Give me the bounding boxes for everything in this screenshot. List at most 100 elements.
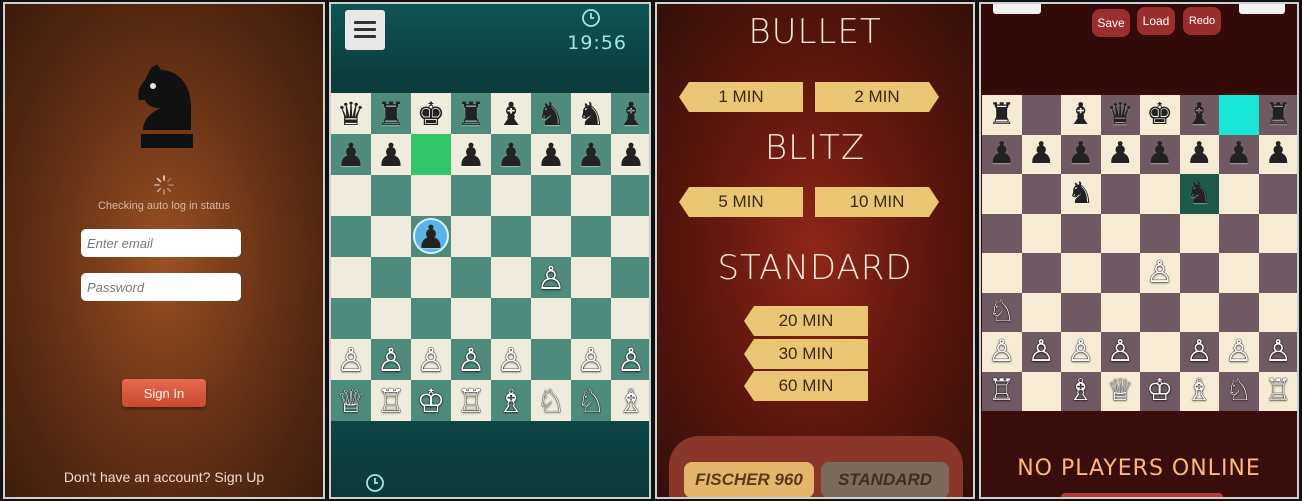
board-square[interactable]: ♟ — [531, 134, 571, 175]
standard-60min-button[interactable]: 60 MIN — [744, 371, 868, 401]
chess-piece[interactable]: ♙ — [377, 344, 406, 376]
chess-piece[interactable]: ♙ — [988, 336, 1015, 367]
board-square[interactable] — [1258, 213, 1297, 253]
chess-piece[interactable]: ♘ — [988, 297, 1015, 327]
board-square[interactable]: ♚ — [411, 93, 451, 134]
board-square[interactable] — [1219, 213, 1259, 253]
chess-piece[interactable]: ♙ — [617, 344, 646, 376]
board-square[interactable] — [1021, 174, 1061, 214]
chess-piece[interactable]: ♟ — [377, 139, 406, 171]
board-square[interactable] — [571, 257, 611, 298]
board-square[interactable]: ♞ — [571, 93, 611, 134]
board-square[interactable] — [1258, 174, 1297, 214]
board-square[interactable] — [1061, 253, 1101, 293]
chess-piece[interactable]: ♖ — [377, 385, 406, 417]
board-square[interactable] — [1021, 95, 1061, 135]
board-square[interactable] — [491, 216, 531, 257]
chess-piece[interactable]: ♘ — [537, 385, 566, 417]
board-square[interactable] — [1179, 292, 1219, 332]
chess-piece[interactable]: ♜ — [377, 98, 406, 130]
board-square[interactable]: ♙ — [1140, 253, 1180, 293]
board-square[interactable] — [1021, 253, 1061, 293]
board-square[interactable] — [611, 216, 649, 257]
chess-piece[interactable]: ♛ — [337, 98, 366, 130]
board-square[interactable]: ♖ — [451, 380, 491, 421]
board-square[interactable]: ♔ — [1140, 371, 1180, 411]
board-square[interactable]: ♟ — [1021, 134, 1061, 174]
board-square[interactable] — [411, 298, 451, 339]
chess-piece[interactable]: ♟ — [497, 139, 526, 171]
board-square[interactable]: ♕ — [331, 380, 371, 421]
fischer-960-button[interactable]: FISCHER 960 — [684, 462, 814, 497]
chess-piece[interactable]: ♖ — [1265, 376, 1292, 406]
board-square[interactable]: ♟ — [331, 134, 371, 175]
board-square[interactable] — [571, 216, 611, 257]
chess-piece[interactable]: ♟ — [1265, 139, 1292, 169]
board-square[interactable] — [1219, 95, 1259, 135]
board-square[interactable]: ♟ — [1179, 134, 1219, 174]
board-square[interactable] — [331, 257, 371, 298]
chess-piece[interactable]: ♟ — [1186, 139, 1213, 169]
board-square[interactable] — [1061, 292, 1101, 332]
chess-piece[interactable]: ♝ — [1186, 99, 1213, 130]
board-square[interactable] — [1021, 292, 1061, 332]
board-square[interactable]: ♟ — [611, 134, 649, 175]
board-square[interactable] — [982, 213, 1022, 253]
chess-piece[interactable]: ♙ — [537, 262, 566, 294]
board-square[interactable]: ♛ — [331, 93, 371, 134]
redo-button[interactable]: Redo — [1183, 7, 1221, 35]
sign-up-link[interactable]: Don't have an account? Sign Up — [5, 469, 323, 485]
standard-mode-button[interactable]: STANDARD — [821, 462, 949, 497]
board-square[interactable]: ♘ — [531, 380, 571, 421]
board-square[interactable] — [1100, 174, 1140, 214]
board-square[interactable]: ♟ — [1219, 134, 1259, 174]
board-square[interactable]: ♙ — [451, 339, 491, 380]
board-square[interactable]: ♙ — [1100, 332, 1140, 372]
board-square[interactable] — [611, 175, 649, 216]
board-square[interactable] — [1258, 292, 1297, 332]
board-square[interactable]: ♙ — [1258, 332, 1297, 372]
board-square[interactable]: ♟ — [1100, 134, 1140, 174]
chess-piece[interactable]: ♞ — [537, 98, 566, 130]
chess-piece[interactable]: ♚ — [1146, 99, 1173, 130]
board-square[interactable]: ♖ — [371, 380, 411, 421]
board-square[interactable] — [451, 175, 491, 216]
chess-piece[interactable]: ♟ — [537, 139, 566, 171]
chess-piece[interactable]: ♗ — [617, 385, 646, 417]
chess-piece[interactable]: ♞ — [577, 98, 606, 130]
chess-piece[interactable]: ♗ — [1186, 376, 1213, 406]
chess-piece[interactable]: ♜ — [457, 98, 486, 130]
board-square[interactable]: ♙ — [411, 339, 451, 380]
board-square[interactable] — [1061, 213, 1101, 253]
sign-in-button[interactable]: Sign In — [122, 379, 206, 407]
chess-board[interactable]: ♜ ♝ ♛ ♚ ♝ ♜ ♟ ♟ ♟ ♟ ♟ ♟ ♟ ♟ ♞ ♞ ♙ ♘ ♙ ♙ ♙ ♙ ♙ ♙ ♙ ♖ ♗ ♕ ♔ ♗ ♘ ♖ — [982, 95, 1297, 411]
board-square[interactable] — [571, 298, 611, 339]
board-square[interactable] — [1140, 332, 1180, 372]
chess-piece[interactable]: ♟ — [577, 139, 606, 171]
board-square[interactable] — [451, 216, 491, 257]
board-square[interactable]: ♙ — [531, 257, 571, 298]
chess-piece[interactable]: ♙ — [497, 344, 526, 376]
board-square[interactable]: ♟ — [1061, 134, 1101, 174]
board-square[interactable]: ♝ — [1179, 95, 1219, 135]
board-square[interactable] — [331, 216, 371, 257]
board-square[interactable] — [571, 175, 611, 216]
load-button[interactable]: Load — [1137, 7, 1175, 35]
chess-piece[interactable]: ♙ — [577, 344, 606, 376]
board-square[interactable] — [1100, 213, 1140, 253]
chess-piece[interactable]: ♟ — [617, 139, 646, 171]
chess-piece[interactable]: ♖ — [988, 376, 1015, 406]
board-square[interactable]: ♙ — [611, 339, 649, 380]
board-square[interactable] — [982, 253, 1022, 293]
board-square[interactable] — [411, 175, 451, 216]
chess-piece[interactable]: ♔ — [417, 385, 446, 417]
board-square[interactable]: ♔ — [411, 380, 451, 421]
bullet-2min-button[interactable]: 2 MIN — [815, 82, 939, 112]
board-square[interactable] — [611, 298, 649, 339]
board-square[interactable] — [491, 257, 531, 298]
board-square[interactable] — [411, 257, 451, 298]
board-square[interactable]: ♘ — [982, 292, 1022, 332]
board-square[interactable] — [1100, 253, 1140, 293]
chess-piece[interactable]: ♙ — [1186, 336, 1213, 367]
board-square[interactable] — [491, 298, 531, 339]
